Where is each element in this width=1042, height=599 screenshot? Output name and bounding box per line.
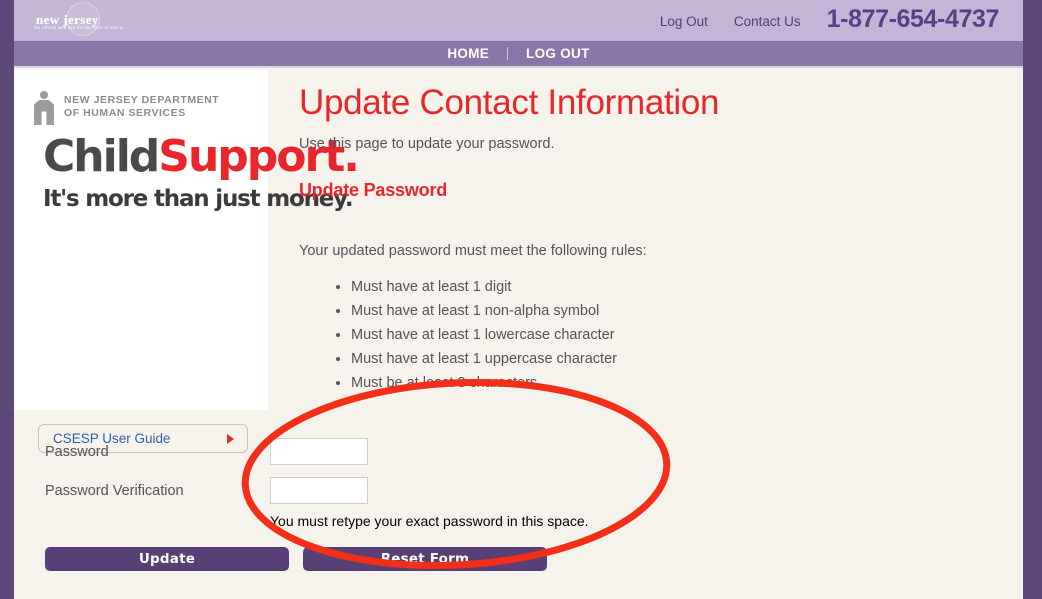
password-rules-list: Must have at least 1 digit Must have at … xyxy=(299,275,1023,395)
contact-us-link[interactable]: Contact Us xyxy=(734,12,801,29)
nav-item-log-out[interactable]: LOG OUT xyxy=(508,46,608,61)
password-verification-input[interactable] xyxy=(270,477,368,504)
department-lockup: NEW JERSEY DEPARTMENT OF HUMAN SERVICES xyxy=(33,91,219,125)
page-subtitle: Use this page to update your password. xyxy=(299,136,555,152)
log-out-link[interactable]: Log Out xyxy=(660,12,708,29)
content-area: NEW JERSEY DEPARTMENT OF HUMAN SERVICES … xyxy=(14,70,1023,599)
form-button-row: Update Reset Form xyxy=(45,547,547,571)
list-item: Must have at least 1 lowercase character xyxy=(351,323,1023,347)
department-name: NEW JERSEY DEPARTMENT OF HUMAN SERVICES xyxy=(64,91,219,120)
page-frame: new jersey the official web site for the… xyxy=(14,0,1023,599)
reset-form-button[interactable]: Reset Form xyxy=(303,547,547,571)
update-button[interactable]: Update xyxy=(45,547,289,571)
page-title: Update Contact Information xyxy=(299,83,720,122)
state-logo-tagline: the official web site for the state of n… xyxy=(34,25,124,30)
list-item: Must be at least 8 characters xyxy=(351,371,1023,395)
password-verification-row: Password Verification xyxy=(45,471,685,510)
new-jersey-state-logo[interactable]: new jersey the official web site for the… xyxy=(24,1,124,39)
figure-head xyxy=(40,91,48,99)
password-form: Password Password Verification You must … xyxy=(45,432,685,529)
nav-item-home[interactable]: HOME xyxy=(429,46,507,61)
support-phone-number: 1-877-654-4737 xyxy=(826,5,1000,33)
header-links: Log Out Contact Us 1-877-654-4737 xyxy=(660,0,1000,41)
figure-body xyxy=(34,100,54,125)
top-header: new jersey the official web site for the… xyxy=(14,0,1023,41)
section-title: Update Password xyxy=(299,180,448,200)
department-line-1: NEW JERSEY DEPARTMENT xyxy=(64,94,220,106)
human-services-figure-icon xyxy=(33,91,55,125)
password-row: Password xyxy=(45,432,685,471)
list-item: Must have at least 1 uppercase character xyxy=(351,347,1023,371)
password-input[interactable] xyxy=(270,438,368,465)
list-item: Must have at least 1 non-alpha symbol xyxy=(351,299,1023,323)
password-verification-label: Password Verification xyxy=(45,482,184,499)
department-line-2: OF HUMAN SERVICES xyxy=(64,107,186,119)
password-label: Password xyxy=(45,443,109,460)
main-navigation: HOME LOG OUT xyxy=(14,41,1023,68)
list-item: Must have at least 1 digit xyxy=(351,275,1023,299)
password-verification-hint: You must retype your exact password in t… xyxy=(270,513,589,529)
logo-panel: NEW JERSEY DEPARTMENT OF HUMAN SERVICES … xyxy=(14,70,360,410)
brand-word-child: Child xyxy=(43,131,160,182)
password-rules-intro: Your updated password must meet the foll… xyxy=(299,243,647,259)
